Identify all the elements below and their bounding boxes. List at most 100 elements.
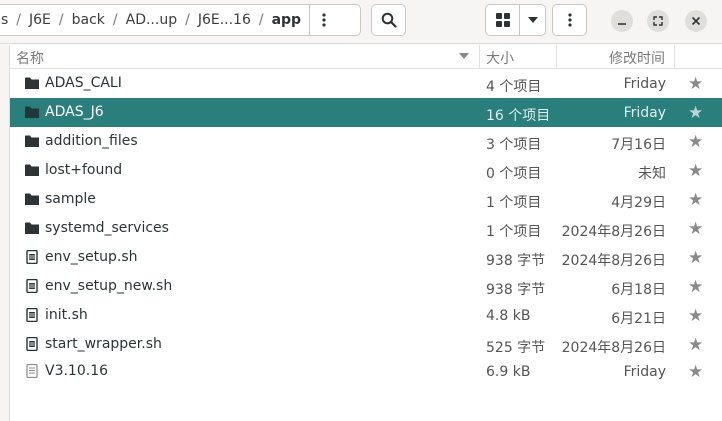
file-modified: 6月18日 [611,282,666,298]
view-options-dropdown[interactable] [520,5,545,35]
column-header-bar: 名称 大小 修改时间 [10,45,722,69]
chevron-down-icon [527,17,538,23]
folder-icon [25,192,39,206]
star-icon[interactable]: ★ [688,335,703,355]
breadcrumb-back[interactable]: back [64,5,113,35]
star-icon[interactable]: ★ [688,132,703,152]
file-row[interactable]: sample 1 个项目 4月29日 ★ [10,185,722,214]
header-bar: s / J6E / back / AD...up / J6E...16 / ap… [0,0,722,44]
file-modified: 6月21日 [611,311,666,327]
star-icon[interactable]: ★ [688,190,703,210]
file-name: lost+found [45,162,123,178]
column-divider[interactable] [674,45,675,69]
file-row[interactable]: systemd_services 1 个项目 2024年8月26日 ★ [10,214,722,243]
folder-icon [25,134,39,148]
file-size: 938 字节 [486,253,546,269]
file-modified: Friday [623,76,666,92]
file-modified: 7月16日 [611,137,666,153]
star-icon[interactable]: ★ [688,306,703,326]
file-row[interactable]: ADAS_J6 16 个项目 Friday ★ [10,98,722,127]
breadcrumb-j6e-16[interactable]: J6E...16 [190,5,259,35]
folder-icon [25,163,39,177]
file-size: 525 字节 [486,340,546,356]
file-list: ADAS_CALI 4 个项目 Friday ★ ADAS_J6 16 个项目 Friday… [10,69,722,421]
file-size: 6.9 kB [486,364,531,380]
sort-descending-icon[interactable] [459,53,469,59]
folder-icon [25,76,39,90]
file-name: V3.10.16 [45,363,109,379]
file-modified: Friday [623,105,666,121]
close-icon [691,16,701,26]
file-size: 938 字节 [486,282,546,298]
column-header-size[interactable]: 大小 [486,48,514,68]
folder-icon [25,221,39,235]
breadcrumb-adas-backup[interactable]: AD...up [118,5,185,35]
path-menu-button[interactable] [310,5,338,35]
path-bar: s / J6E / back / AD...up / J6E...16 / ap… [0,4,361,36]
file-name: sample [45,191,96,207]
star-icon[interactable]: ★ [688,103,703,123]
file-modified: Friday [623,364,666,380]
file-modified: 未知 [638,166,666,182]
file-row[interactable]: env_setup.sh 938 字节 2024年8月26日 ★ [10,243,722,272]
breadcrumb-j6e[interactable]: J6E [21,5,59,35]
search-button[interactable] [371,4,406,36]
star-icon[interactable]: ★ [688,74,703,94]
file-name: start_wrapper.sh [45,336,162,352]
file-size: 3 个项目 [486,137,542,153]
file-name: env_setup_new.sh [45,278,173,294]
folder-icon [25,105,39,119]
file-row[interactable]: start_wrapper.sh 525 字节 2024年8月26日 ★ [10,330,722,359]
sidebar-edge [0,45,10,421]
maximize-button[interactable] [647,10,669,32]
star-icon[interactable]: ★ [688,277,703,297]
file-name: env_setup.sh [45,249,138,265]
file-name: ADAS_J6 [45,104,104,120]
star-icon[interactable]: ★ [688,248,703,268]
file-size: 1 个项目 [486,224,542,240]
column-divider[interactable] [479,45,480,69]
star-icon[interactable]: ★ [688,219,703,239]
text-file-icon [25,363,39,379]
vertical-dots-icon [567,13,572,27]
file-modified: 2024年8月26日 [561,253,666,269]
file-size: 4 个项目 [486,79,542,95]
column-header-modified[interactable]: 修改时间 [609,48,665,68]
vertical-dots-icon [322,13,326,27]
script-file-icon [25,249,39,265]
file-modified: 2024年8月26日 [561,340,666,356]
column-divider[interactable] [556,45,557,69]
grid-view-button[interactable] [486,5,521,35]
file-row[interactable]: V3.10.16 6.9 kB Friday ★ [10,357,722,386]
file-modified: 2024年8月26日 [561,224,666,240]
file-row[interactable]: env_setup_new.sh 938 字节 6月18日 ★ [10,272,722,301]
file-name: init.sh [45,307,88,323]
minimize-icon [618,23,626,25]
star-icon[interactable]: ★ [688,362,703,382]
minimize-button[interactable] [611,10,633,32]
file-name: addition_files [45,133,138,149]
search-icon [381,12,397,28]
file-name: systemd_services [45,220,169,236]
file-size: 4.8 kB [486,308,531,324]
file-name: ADAS_CALI [45,75,122,91]
file-size: 0 个项目 [486,166,542,182]
close-button[interactable] [685,10,707,32]
file-row[interactable]: addition_files 3 个项目 7月16日 ★ [10,127,722,156]
main-menu-button[interactable] [552,4,587,36]
script-file-icon [25,336,39,352]
maximize-icon [653,16,663,26]
script-file-icon [25,307,39,323]
file-row[interactable]: lost+found 0 个项目 未知 ★ [10,156,722,185]
view-mode-group [485,4,546,36]
file-row[interactable]: ADAS_CALI 4 个项目 Friday ★ [10,69,722,98]
file-size: 1 个项目 [486,195,542,211]
breadcrumb-app[interactable]: app [264,5,310,35]
file-size: 16 个项目 [486,108,551,124]
grid-view-icon [495,13,510,27]
file-row[interactable]: init.sh 4.8 kB 6月21日 ★ [10,301,722,330]
breadcrumb-s[interactable]: s [0,5,16,35]
script-file-icon [25,278,39,294]
column-header-name[interactable]: 名称 [16,48,44,68]
star-icon[interactable]: ★ [688,161,703,181]
